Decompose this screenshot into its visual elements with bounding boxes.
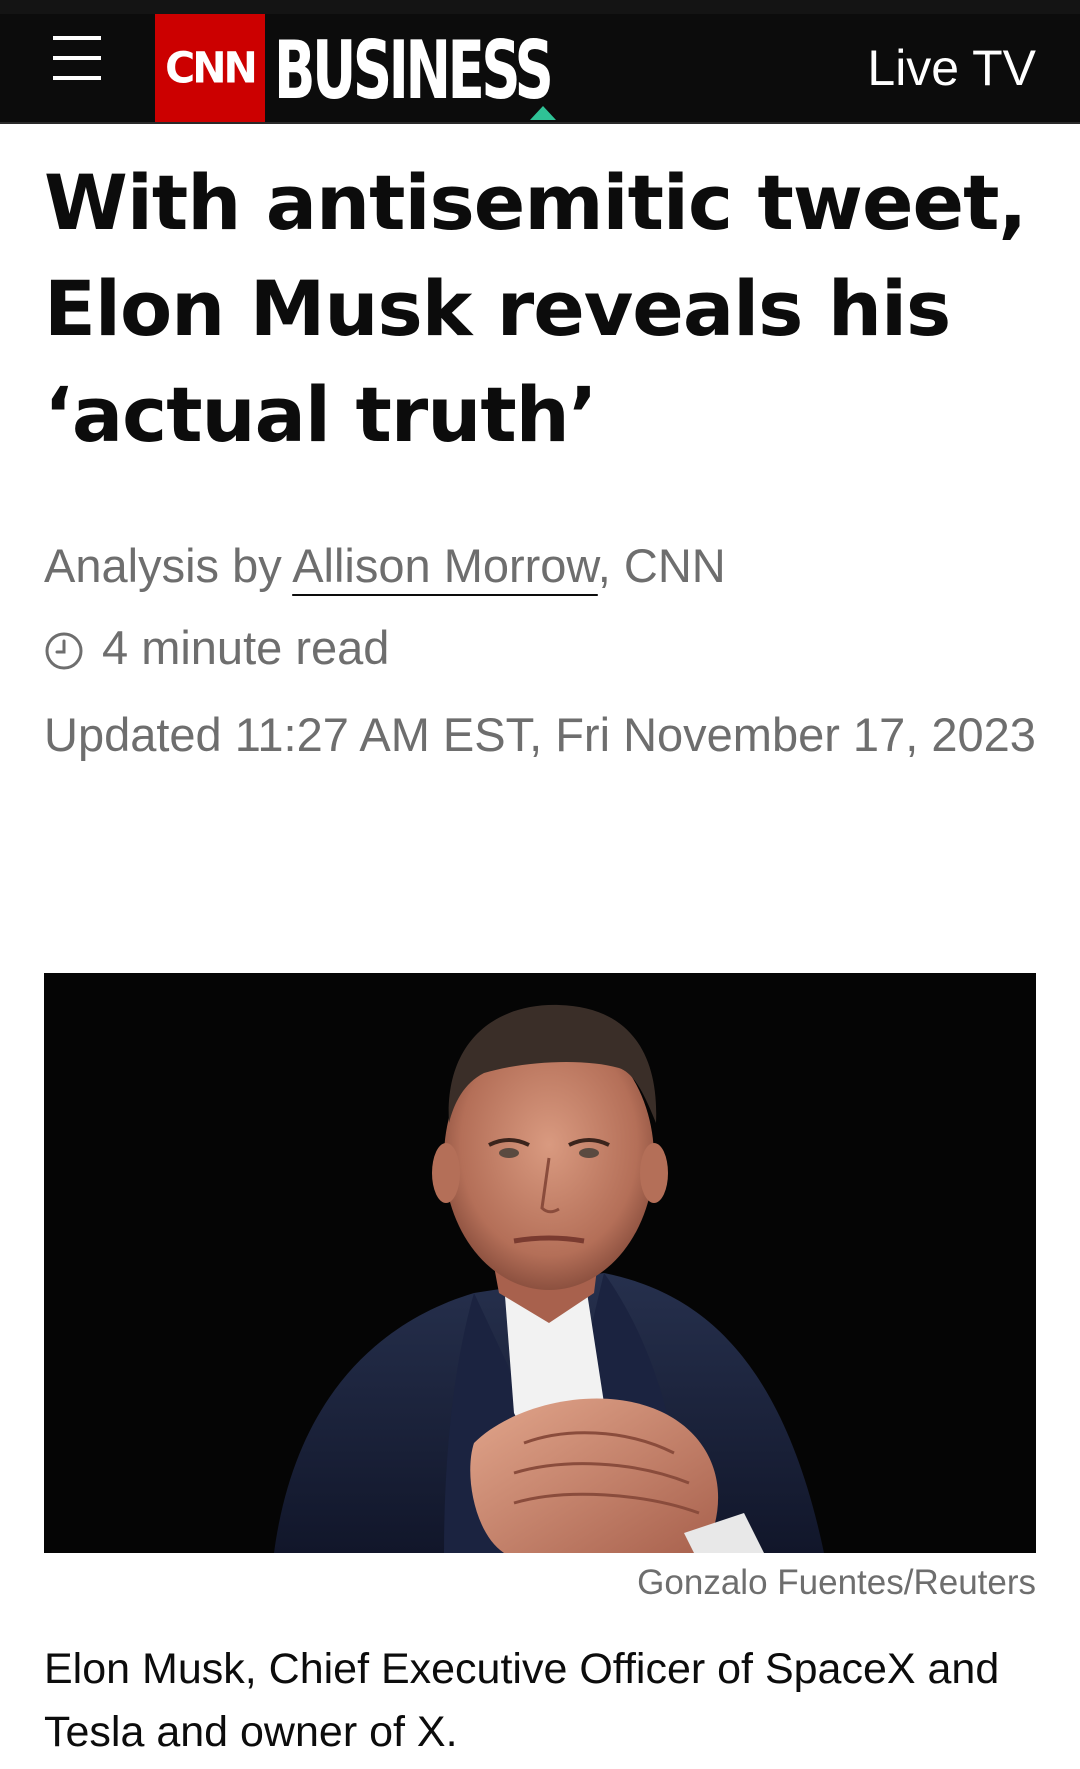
section-accent-icon xyxy=(530,106,556,120)
photo-caption: Elon Musk, Chief Executive Officer of Sp… xyxy=(44,1645,1000,1756)
byline-suffix: , CNN xyxy=(597,539,726,592)
read-time: 4 minute read xyxy=(44,620,389,676)
menu-icon[interactable] xyxy=(53,36,101,80)
cnn-logo[interactable]: CNN xyxy=(155,14,265,122)
article-timestamp: Updated 11:27 AM EST, Fri November 17, 2… xyxy=(44,708,1036,761)
byline: Analysis by Allison Morrow, CNN xyxy=(44,538,726,594)
portrait-illustration xyxy=(44,973,1036,1553)
article-headline: With antisemitic tweet, Elon Musk reveal… xyxy=(44,158,1027,459)
logo-text: CNN xyxy=(165,42,258,94)
read-time-text: 4 minute read xyxy=(102,621,390,674)
article-photo[interactable] xyxy=(44,973,1036,1553)
clock-icon xyxy=(45,632,83,670)
live-tv-link[interactable]: Live TV xyxy=(867,40,1036,96)
byline-prefix: Analysis by xyxy=(44,539,293,592)
photo-credit: Gonzalo Fuentes/Reuters xyxy=(637,1563,1036,1602)
author-link[interactable]: Allison Morrow xyxy=(292,539,598,592)
section-title[interactable]: BUSINESS xyxy=(274,26,554,116)
site-header: CNN BUSINESS Live TV xyxy=(0,0,1080,124)
